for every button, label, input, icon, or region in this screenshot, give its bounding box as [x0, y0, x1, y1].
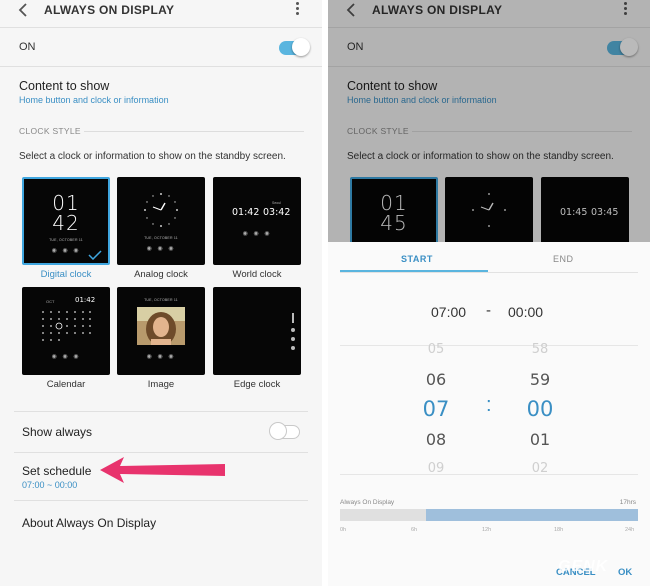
- digital-minute: 42: [52, 211, 80, 235]
- calendar-month: OCT: [46, 299, 55, 304]
- picker-colon: :: [486, 394, 492, 416]
- image-caption: Image: [147, 379, 175, 390]
- calendar-thumb[interactable]: OCT 01:42 ◉ ◉ ◉: [22, 287, 110, 375]
- content-to-show-subtitle: Home button and clock or information: [19, 95, 169, 105]
- timeline-tick: 12h: [482, 527, 492, 533]
- world-clock-caption: World clock: [232, 269, 282, 280]
- set-schedule-value: 07:00 ~ 00:00: [22, 480, 78, 490]
- set-schedule-label[interactable]: Set schedule: [22, 464, 91, 478]
- range-separator: -: [486, 302, 491, 319]
- hour-option[interactable]: 09: [416, 461, 456, 476]
- minute-option[interactable]: 59: [520, 370, 560, 389]
- about-aod-label[interactable]: About Always On Display: [22, 516, 156, 530]
- minute-option[interactable]: 58: [520, 342, 560, 357]
- clock-description: Select a clock or information to show on…: [19, 151, 286, 162]
- main-toggle[interactable]: [279, 38, 310, 56]
- analog-clock-icon: [144, 193, 178, 227]
- image-thumb[interactable]: TUE, OCTOBER 11 ◉ ◉ ◉: [117, 287, 205, 375]
- pink-arrow-annotation: [100, 457, 225, 483]
- timeline-label: Always On Display: [340, 499, 395, 506]
- notification-icons: ◉ ◉ ◉: [242, 231, 272, 237]
- timeline-tick: 0h: [340, 527, 347, 533]
- edge-clock-caption: Edge clock: [233, 379, 281, 390]
- show-always-label[interactable]: Show always: [22, 425, 92, 439]
- picker-divider: [340, 474, 638, 475]
- picker-divider: [340, 345, 638, 346]
- clock-style-header: CLOCK STYLE: [19, 126, 81, 136]
- divider: [14, 411, 308, 412]
- analog-clock-thumb[interactable]: TUE, OCTOBER 11 ◉ ◉ ◉: [117, 177, 205, 265]
- edge-indicator-icon: [291, 313, 295, 350]
- schedule-picker-sheet: START END 07:00 - 00:00 05 06 07 08 09 :…: [328, 242, 650, 586]
- clock-date: TUE, OCTOBER 11: [144, 236, 178, 240]
- portrait-photo-image: [137, 307, 185, 345]
- app-bar: ALWAYS ON DISPLAY: [0, 0, 322, 22]
- right-screen: ALWAYS ON DISPLAY ON Content to show Hom…: [328, 0, 650, 586]
- analog-clock-caption: Analog clock: [134, 269, 188, 280]
- show-always-toggle[interactable]: [269, 422, 300, 440]
- divider: [14, 500, 308, 501]
- notification-icons: ◉ ◉ ◉: [146, 246, 176, 252]
- content-to-show-title[interactable]: Content to show: [19, 79, 109, 93]
- world-city: Seoul: [272, 201, 281, 205]
- clock-date: TUE, OCTOBER 11: [49, 238, 83, 242]
- world-time-local: 01:42: [232, 207, 260, 218]
- hour-selected[interactable]: 07: [416, 397, 456, 421]
- divider: [0, 27, 322, 28]
- tab-end[interactable]: END: [553, 254, 574, 264]
- minute-option[interactable]: 02: [520, 461, 560, 476]
- tab-start[interactable]: START: [401, 254, 433, 264]
- minute-selected[interactable]: 00: [520, 397, 560, 421]
- more-options-icon[interactable]: [296, 2, 300, 18]
- calendar-time: 01:42: [75, 296, 96, 304]
- hour-option[interactable]: 05: [416, 342, 456, 357]
- digital-clock-caption: Digital clock: [40, 269, 92, 280]
- notification-icons: ◉ ◉ ◉: [51, 354, 81, 360]
- hour-option[interactable]: 08: [416, 430, 456, 449]
- tab-divider: [340, 272, 638, 273]
- back-arrow-icon[interactable]: [17, 2, 31, 18]
- on-label: ON: [19, 41, 36, 53]
- hour-option[interactable]: 06: [416, 370, 456, 389]
- clock-date: TUE, OCTOBER 11: [144, 298, 178, 302]
- minute-option[interactable]: 01: [520, 430, 560, 449]
- calendar-grid-icon: [42, 311, 91, 341]
- edge-clock-thumb[interactable]: [213, 287, 301, 375]
- watermark-logo: GENK: [558, 558, 609, 575]
- world-time-remote: 03:42: [263, 207, 291, 218]
- timeline-tick: 18h: [554, 527, 564, 533]
- divider: [0, 66, 322, 67]
- ok-button[interactable]: OK: [618, 567, 632, 578]
- timeline-tick: 24h: [625, 527, 635, 533]
- divider: [14, 452, 308, 453]
- notification-icons: ◉ ◉ ◉: [146, 354, 176, 360]
- calendar-caption: Calendar: [46, 379, 86, 390]
- timeline-tick: 6h: [411, 527, 418, 533]
- left-screen: ALWAYS ON DISPLAY ON Content to show Hom…: [0, 0, 322, 586]
- tab-indicator: [340, 270, 488, 272]
- page-title: ALWAYS ON DISPLAY: [44, 3, 175, 17]
- section-divider: [84, 131, 304, 132]
- range-end-time: 00:00: [508, 304, 544, 320]
- check-icon: [88, 250, 102, 260]
- timeline-bar: [340, 509, 638, 521]
- timeline-hours: 17hrs: [619, 499, 636, 506]
- timeline-active-range: [426, 509, 638, 521]
- modal-scrim[interactable]: [328, 0, 650, 242]
- world-clock-thumb[interactable]: Seoul 01:42 03:42 ◉ ◉ ◉: [213, 177, 301, 265]
- range-start-time: 07:00: [431, 304, 467, 320]
